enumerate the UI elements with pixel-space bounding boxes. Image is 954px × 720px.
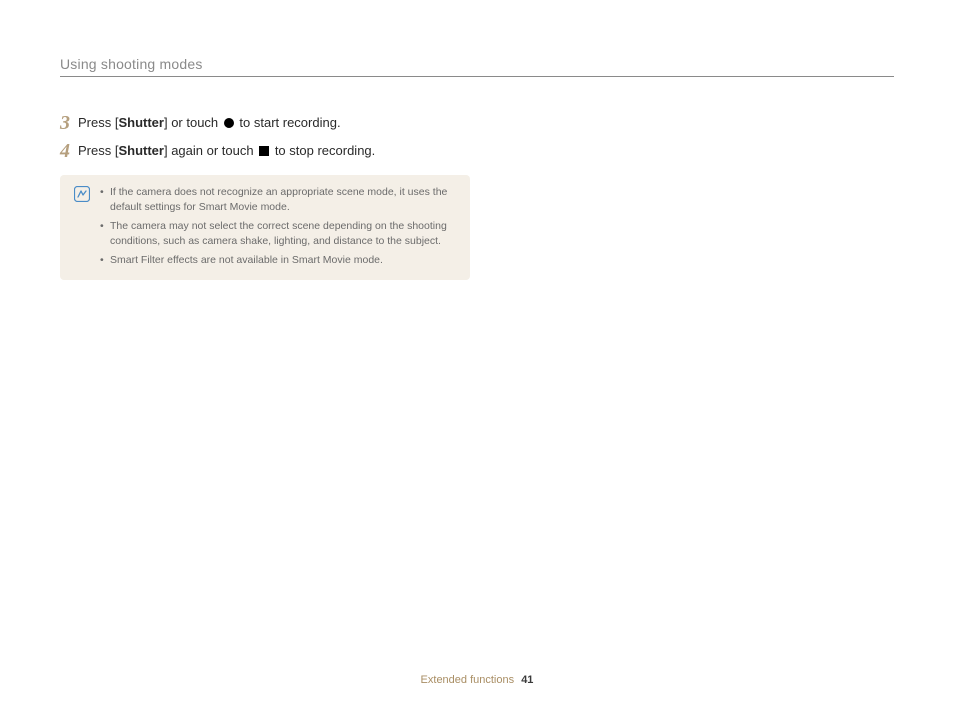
stop-square-icon bbox=[259, 146, 269, 156]
note-item: Smart Filter effects are not available i… bbox=[100, 253, 456, 268]
shutter-key: Shutter bbox=[118, 143, 164, 158]
text-fragment: Press [ bbox=[78, 115, 118, 130]
step-text: Press [Shutter] again or touch to stop r… bbox=[78, 141, 375, 161]
record-circle-icon bbox=[224, 118, 234, 128]
text-fragment: Press [ bbox=[78, 143, 118, 158]
step-number: 3 bbox=[60, 113, 78, 133]
step-4: 4 Press [Shutter] again or touch to stop… bbox=[60, 141, 480, 161]
text-fragment: ] or touch bbox=[164, 115, 222, 130]
note-item: The camera may not select the correct sc… bbox=[100, 219, 456, 249]
note-box: If the camera does not recognize an appr… bbox=[60, 175, 470, 280]
step-number: 4 bbox=[60, 141, 78, 161]
text-fragment: ] again or touch bbox=[164, 143, 257, 158]
shutter-key: Shutter bbox=[118, 115, 164, 130]
page-footer: Extended functions 41 bbox=[0, 674, 954, 686]
manual-page: Using shooting modes 3 Press [Shutter] o… bbox=[0, 0, 954, 720]
footer-section: Extended functions bbox=[421, 674, 515, 686]
note-list: If the camera does not recognize an appr… bbox=[100, 185, 456, 268]
step-text: Press [Shutter] or touch to start record… bbox=[78, 113, 341, 133]
section-header: Using shooting modes bbox=[60, 56, 894, 77]
page-number: 41 bbox=[521, 674, 533, 686]
note-icon bbox=[74, 186, 90, 202]
text-fragment: to stop recording. bbox=[271, 143, 375, 158]
note-item: If the camera does not recognize an appr… bbox=[100, 185, 456, 215]
text-fragment: to start recording. bbox=[236, 115, 341, 130]
content-column: 3 Press [Shutter] or touch to start reco… bbox=[60, 113, 480, 280]
step-3: 3 Press [Shutter] or touch to start reco… bbox=[60, 113, 480, 133]
